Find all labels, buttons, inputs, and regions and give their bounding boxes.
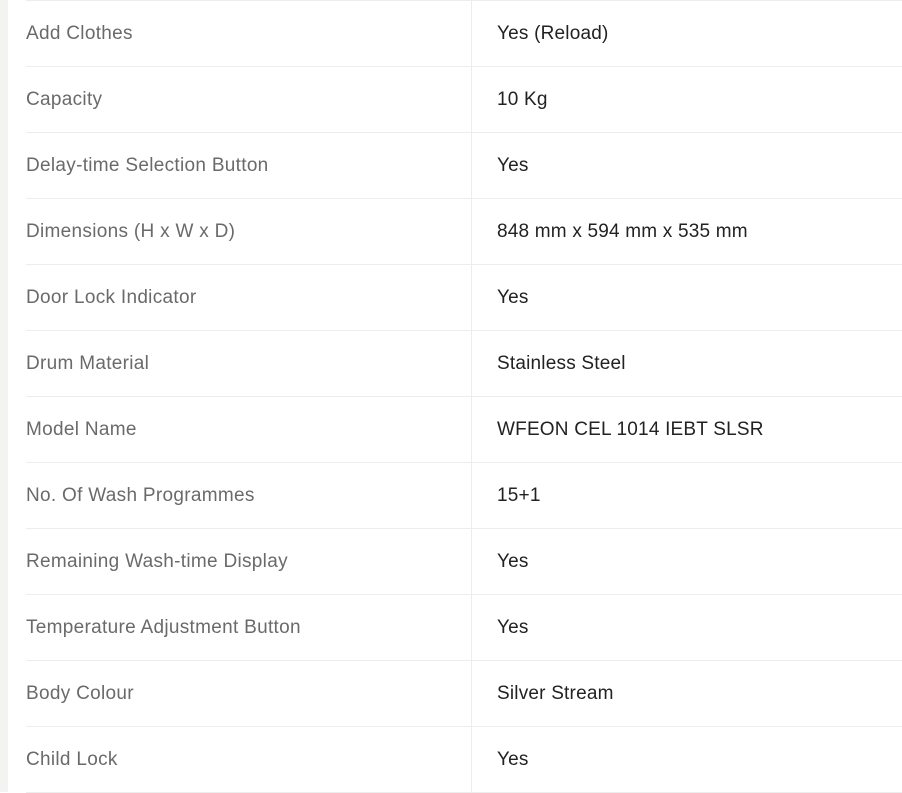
spec-row-no-of-wash-programmes: No. Of Wash Programmes 15+1 [26,463,902,529]
spec-value: Stainless Steel [497,352,626,374]
spec-value: Yes [497,616,529,638]
specifications-table: Add Clothes Yes (Reload) Capacity 10 Kg … [26,0,902,793]
spec-row-child-lock: Child Lock Yes [26,727,902,793]
spec-value: Yes [497,286,529,308]
spec-label: Capacity [26,67,472,132]
spec-label: Drum Material [26,331,472,396]
spec-label: No. Of Wash Programmes [26,463,472,528]
spec-row-add-clothes: Add Clothes Yes (Reload) [26,1,902,67]
spec-row-temperature-adjustment-button: Temperature Adjustment Button Yes [26,595,902,661]
spec-row-dimensions: Dimensions (H x W x D) 848 mm x 594 mm x… [26,199,902,265]
left-gutter [0,0,8,792]
spec-label: Delay-time Selection Button [26,133,472,198]
spec-value: 10 Kg [497,88,548,110]
spec-label: Body Colour [26,661,472,726]
spec-label: Remaining Wash-time Display [26,529,472,594]
spec-value: 15+1 [497,484,541,506]
spec-row-delay-time-selection-button: Delay-time Selection Button Yes [26,133,902,199]
spec-value: 848 mm x 594 mm x 535 mm [497,220,748,242]
spec-label: Model Name [26,397,472,462]
spec-row-model-name: Model Name WFEON CEL 1014 IEBT SLSR [26,397,902,463]
spec-label: Temperature Adjustment Button [26,595,472,660]
spec-label: Child Lock [26,727,472,792]
spec-value: WFEON CEL 1014 IEBT SLSR [497,418,764,440]
spec-row-body-colour: Body Colour Silver Stream [26,661,902,727]
spec-value: Silver Stream [497,682,614,704]
spec-label: Dimensions (H x W x D) [26,199,472,264]
spec-value: Yes (Reload) [497,22,609,44]
spec-value: Yes [497,154,529,176]
spec-label: Add Clothes [26,1,472,66]
spec-label: Door Lock Indicator [26,265,472,330]
spec-row-capacity: Capacity 10 Kg [26,67,902,133]
spec-value: Yes [497,748,529,770]
spec-row-door-lock-indicator: Door Lock Indicator Yes [26,265,902,331]
spec-row-remaining-wash-time-display: Remaining Wash-time Display Yes [26,529,902,595]
spec-value: Yes [497,550,529,572]
spec-row-drum-material: Drum Material Stainless Steel [26,331,902,397]
